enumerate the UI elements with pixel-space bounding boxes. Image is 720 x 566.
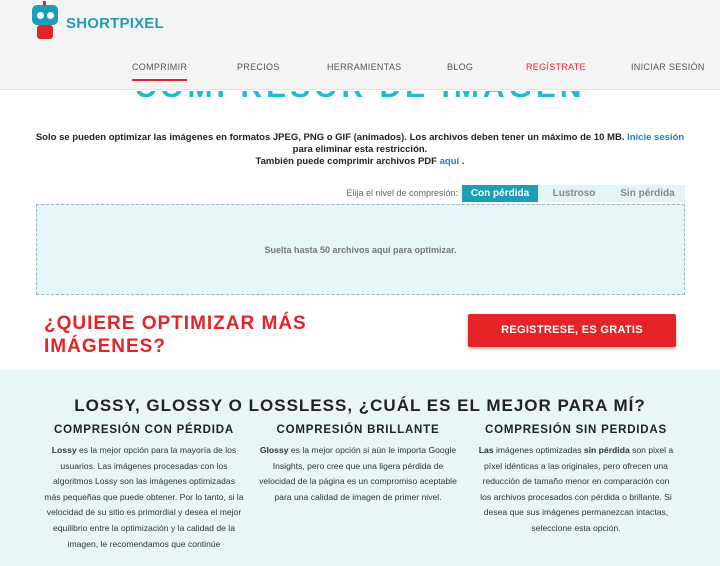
upload-info: Solo se pueden optimizar las imágenes en… <box>20 132 700 168</box>
logo[interactable]: SHORTPIXEL <box>30 1 164 43</box>
compression-selector: Elija el nivel de compresión: Con pérdid… <box>0 185 720 202</box>
glossy-title: COMPRESIÓN BRILLANTE <box>276 424 440 436</box>
robot-logo-icon <box>30 1 60 43</box>
hero-title-container: COMPRESOR DE IMAGEN <box>0 91 720 102</box>
register-button[interactable]: REGISTRESE, ES GRATIS <box>468 314 676 347</box>
compression-lossless-button[interactable]: Sin pérdida <box>610 185 685 202</box>
lossy-text: Lossy es la mejor opción para la mayoría… <box>44 445 244 549</box>
info-line-2: para eliminar esta restricción. <box>292 144 428 155</box>
hero-title: COMPRESOR DE IMAGEN <box>0 91 720 102</box>
compression-label: Elija el nivel de compresión: <box>346 188 458 198</box>
login-link[interactable]: Inicie sesión <box>627 132 684 143</box>
dropzone-text: Suelta hasta 50 archivos aquí para optim… <box>264 244 457 255</box>
file-dropzone[interactable]: Suelta hasta 50 archivos aquí para optim… <box>36 204 685 295</box>
info-line-3: También puede comprimir archivos PDF <box>255 156 437 167</box>
nav-precios[interactable]: PRECIOS <box>237 62 280 72</box>
nav-registrate[interactable]: REGÍSTRATE <box>526 62 586 72</box>
cta-title: ¿QUIERE OPTIMIZAR MÁS IMÁGENES? <box>44 313 307 357</box>
section-title: LOSSY, GLOSSY O LOSSLESS, ¿CUÁL ES EL ME… <box>74 396 646 415</box>
nav-blog[interactable]: BLOG <box>447 62 473 72</box>
glossy-column: COMPRESIÓN BRILLANTE Glossy es la mejor … <box>258 424 458 505</box>
lossy-title: COMPRESIÓN CON PÉRDIDA <box>54 424 234 436</box>
logo-text: SHORTPIXEL <box>66 14 164 32</box>
lossless-title: COMPRESIÓN SIN PERDIDAS <box>485 424 667 436</box>
compression-lossy-button[interactable]: Con pérdida <box>462 185 538 202</box>
lossy-column: COMPRESIÓN CON PÉRDIDA Lossy es la mejor… <box>44 424 244 552</box>
lossless-text: Las imágenes optimizadas sin pérdida son… <box>478 445 674 533</box>
main-nav: COMPRIMIR PRECIOS HERRAMIENTAS BLOG REGÍ… <box>0 62 720 86</box>
compression-glossy-button[interactable]: Lustroso <box>538 185 610 202</box>
info-line-1: Solo se pueden optimizar las imágenes en… <box>35 132 625 143</box>
info-line-3-end: . <box>461 156 465 167</box>
lossless-column: COMPRESIÓN SIN PERDIDAS Las imágenes opt… <box>476 424 676 537</box>
nav-comprimir[interactable]: COMPRIMIR <box>132 62 188 81</box>
nav-iniciar-sesion[interactable]: INICIAR SESIÓN <box>631 62 705 72</box>
compression-types-section: LOSSY, GLOSSY O LOSSLESS, ¿CUÁL ES EL ME… <box>0 370 720 566</box>
pdf-link[interactable]: aquí <box>440 156 460 167</box>
glossy-text: Glossy es la mejor opción si aún le impo… <box>259 445 457 502</box>
site-header: SHORTPIXEL COMPRIMIR PRECIOS HERRAMIENTA… <box>0 0 720 90</box>
nav-herramientas[interactable]: HERRAMIENTAS <box>327 62 401 72</box>
